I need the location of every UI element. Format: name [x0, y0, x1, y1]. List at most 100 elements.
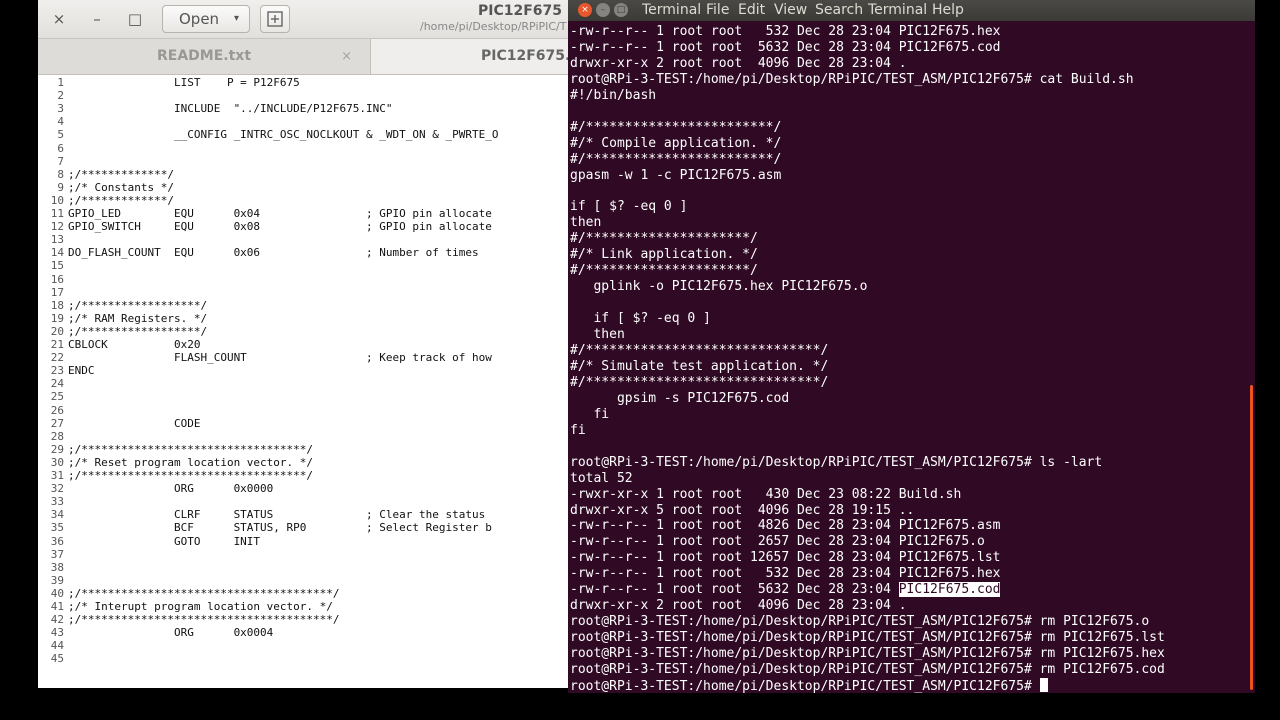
- line-number: 7: [57, 154, 64, 168]
- code-text: ;/* Constants */: [68, 180, 174, 194]
- terminal-line: drwxr-xr-x 5 root root 4096 Dec 28 19:15…: [570, 502, 915, 518]
- terminal-line: -rwxr-xr-x 1 root root 430 Dec 23 08:22 …: [570, 486, 962, 502]
- line-number: 21: [50, 338, 64, 351]
- tab-pic12f675-label: PIC12F675.: [481, 48, 571, 64]
- code-text: DO_FLASH_COUNT EQU 0x06 ; Number of time…: [68, 246, 486, 260]
- line-number: 31: [50, 469, 64, 482]
- line-number: 16: [50, 272, 64, 286]
- code-text: ;/**************************************…: [68, 586, 340, 600]
- menu-terminal[interactable]: Terminal: [868, 2, 927, 18]
- terminal-line: #/************************/: [570, 119, 782, 135]
- new-document-button[interactable]: [260, 5, 290, 33]
- editor-window-title: PIC12F675: [478, 3, 563, 19]
- menu-help[interactable]: Help: [932, 2, 964, 18]
- code-text: ;/*************/: [68, 167, 174, 181]
- code-text: CBLOCK 0x20: [68, 338, 201, 351]
- chevron-down-icon: ▾: [233, 13, 239, 24]
- terminal-text: -rw-r--r-- 1 root root 5632 Dec 28 23:04: [570, 582, 899, 598]
- line-number: 38: [50, 560, 64, 574]
- terminal-line: #/******************************/: [570, 374, 829, 390]
- code-text: ;/**********************************/: [68, 442, 314, 456]
- terminal-line: #/* Link application. */: [570, 247, 758, 263]
- menu-view[interactable]: View: [774, 2, 807, 18]
- line-number: 14: [50, 246, 64, 260]
- terminal-line: gpasm -w 1 -c PIC12F675.asm: [570, 167, 782, 183]
- line-number: 35: [50, 521, 64, 535]
- terminal-line: -rw-r--r-- 1 root root 5632 Dec 28 23:04…: [570, 39, 1001, 55]
- terminal-line: root@RPi-3-TEST:/home/pi/Desktop/RPiPIC/…: [570, 71, 1134, 87]
- line-number: 34: [50, 508, 64, 522]
- terminal-line: -rw-r--r-- 1 root root 532 Dec 28 23:04 …: [570, 24, 1001, 39]
- menu-file[interactable]: File: [706, 2, 729, 18]
- line-number: 43: [50, 626, 64, 640]
- line-number: 40: [50, 586, 64, 600]
- code-text: ;/* RAM Registers. */: [68, 311, 208, 325]
- line-number: 19: [50, 311, 64, 325]
- terminal-window[interactable]: × – □ Terminal File Edit View Search Ter…: [568, 0, 1255, 693]
- line-number: 37: [50, 547, 64, 561]
- new-document-icon: [267, 11, 283, 27]
- code-text: LIST P = P12F675: [68, 76, 300, 89]
- terminal-scrollbar[interactable]: [1250, 385, 1253, 690]
- terminal-prompt-line[interactable]: root@RPi-3-TEST:/home/pi/Desktop/RPiPIC/…: [570, 677, 1048, 693]
- line-number: 29: [50, 442, 64, 456]
- maximize-icon[interactable]: □: [122, 7, 148, 31]
- terminal-line: if [ $? -eq 0 ]: [570, 311, 711, 327]
- line-number: 30: [50, 455, 64, 469]
- line-number: 5: [57, 128, 64, 142]
- terminal-line: root@RPi-3-TEST:/home/pi/Desktop/RPiPIC/…: [570, 662, 1165, 677]
- close-tab-icon[interactable]: ×: [341, 39, 352, 74]
- code-text: GPIO_LED EQU 0x04 ; GPIO pin allocate: [68, 207, 492, 220]
- line-number: 20: [50, 324, 64, 338]
- line-number: 2: [57, 89, 64, 103]
- code-text: ;/******************/: [68, 324, 208, 338]
- line-number: 25: [50, 390, 64, 404]
- code-text: CLRF STATUS ; Clear the status: [68, 508, 486, 522]
- text-editor-window: × – □ Open ▾ PIC12F675 /home/pi/Desktop/…: [38, 0, 578, 688]
- minimize-icon[interactable]: –: [84, 7, 110, 31]
- line-number: 8: [57, 167, 64, 181]
- selected-text[interactable]: PIC12F675.cod: [898, 582, 1001, 598]
- line-number: 42: [50, 613, 64, 627]
- line-number: 6: [57, 141, 64, 155]
- line-number: 4: [57, 115, 64, 129]
- tab-readme[interactable]: README.txt ×: [38, 39, 370, 74]
- code-editor-area[interactable]: 1 LIST P = P12F675 2 3 INCLUDE "../INCLUDE…: [38, 75, 578, 688]
- line-number: 32: [50, 482, 64, 496]
- terminal-line: -rw-r--r-- 1 root root 2657 Dec 28 23:04…: [570, 534, 985, 550]
- menu-terminal-app[interactable]: Terminal: [642, 2, 701, 18]
- close-icon[interactable]: ×: [46, 7, 72, 31]
- code-text: GPIO_SWITCH EQU 0x08 ; GPIO pin allocate: [68, 220, 492, 234]
- text-cursor: [1039, 677, 1048, 692]
- terminal-line: drwxr-xr-x 2 root root 4096 Dec 28 23:04…: [570, 598, 907, 614]
- line-number: 44: [50, 639, 64, 653]
- terminal-line: then: [570, 215, 602, 231]
- open-button[interactable]: Open ▾: [162, 5, 250, 33]
- terminal-line-with-selection: -rw-r--r-- 1 root root 5632 Dec 28 23:04…: [570, 582, 1001, 598]
- terminal-line: -rw-r--r-- 1 root root 12657 Dec 28 23:0…: [570, 550, 1001, 566]
- line-number: 26: [50, 403, 64, 417]
- terminal-line: -rw-r--r-- 1 root root 4826 Dec 28 23:04…: [570, 518, 1001, 534]
- terminal-line: root@RPi-3-TEST:/home/pi/Desktop/RPiPIC/…: [570, 630, 1165, 646]
- editor-window-path: /home/pi/Desktop/RPiPIC/T: [420, 20, 567, 33]
- code-text: ;/******************/: [68, 298, 208, 312]
- minimize-icon[interactable]: –: [596, 3, 610, 17]
- line-number: 18: [50, 298, 64, 312]
- terminal-line: fi: [570, 422, 586, 438]
- line-number: 22: [50, 351, 64, 365]
- code-text: ;/*************/: [68, 193, 174, 207]
- code-text: ORG 0x0000: [68, 482, 274, 496]
- tab-pic12f675[interactable]: PIC12F675.: [370, 39, 578, 74]
- menu-search[interactable]: Search: [815, 2, 863, 18]
- menu-edit[interactable]: Edit: [738, 2, 765, 18]
- line-number: 39: [50, 573, 64, 587]
- line-number: 45: [50, 652, 64, 666]
- line-number: 3: [57, 102, 64, 116]
- terminal-line: total 52: [570, 470, 633, 486]
- close-icon[interactable]: ×: [578, 3, 592, 17]
- code-text: ;/**********************************/: [68, 469, 314, 482]
- terminal-line: gplink -o PIC12F675.hex PIC12F675.o: [570, 279, 868, 295]
- terminal-line: fi: [570, 406, 610, 422]
- maximize-icon[interactable]: □: [614, 3, 628, 17]
- tab-readme-label: README.txt: [156, 48, 252, 64]
